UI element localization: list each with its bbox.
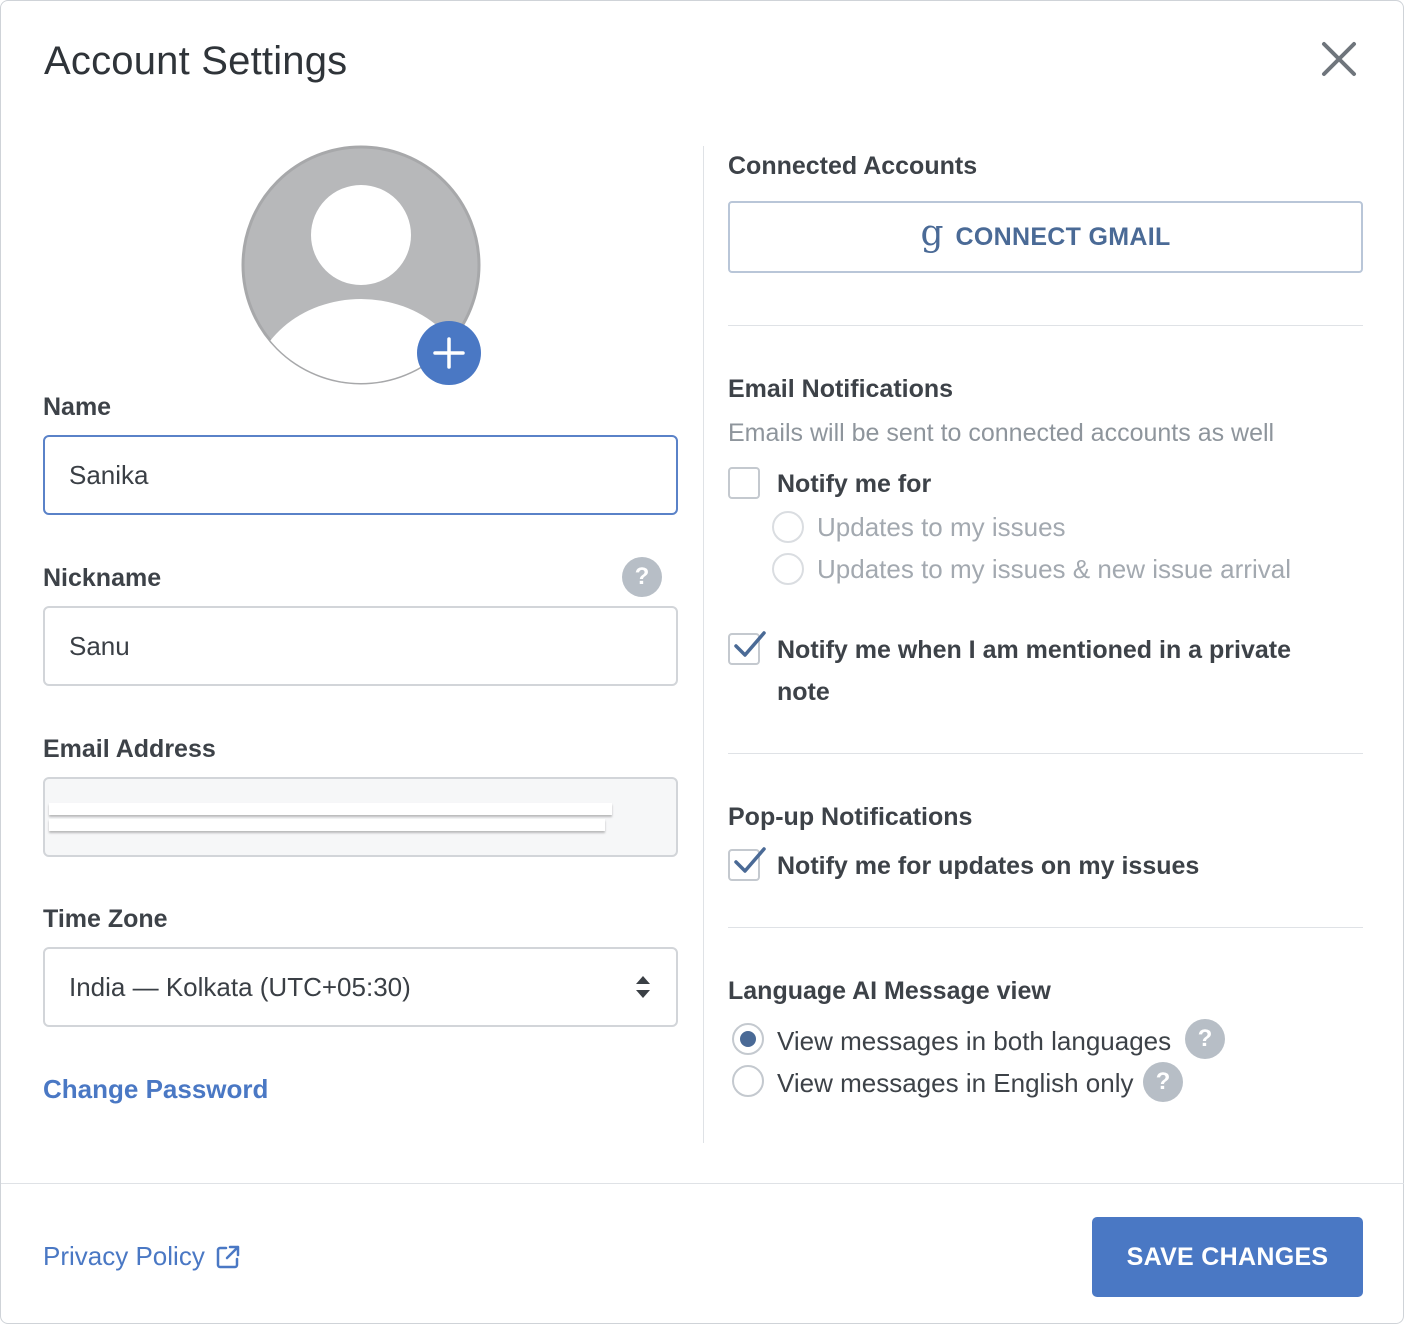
change-password-link[interactable]: Change Password bbox=[43, 1074, 268, 1105]
popup-notifications-title: Pop-up Notifications bbox=[728, 803, 973, 831]
nickname-label: Nickname bbox=[43, 564, 162, 592]
both-languages-radio[interactable] bbox=[732, 1023, 764, 1055]
close-icon bbox=[1322, 42, 1356, 76]
updates-new-issue-radio[interactable] bbox=[772, 553, 804, 585]
select-arrows-icon bbox=[636, 976, 650, 998]
footer-divider bbox=[1, 1183, 1404, 1184]
email-field bbox=[43, 777, 678, 857]
updates-radio-label: Updates to my issues bbox=[817, 512, 1066, 542]
privacy-policy-label: Privacy Policy bbox=[43, 1241, 205, 1271]
dialog-title: Account Settings bbox=[44, 39, 348, 83]
mention-label-line1: Notify me when I am mentioned in a priva… bbox=[777, 636, 1291, 664]
section-divider bbox=[728, 927, 1363, 928]
updates-new-issue-radio-label: Updates to my issues & new issue arrival bbox=[817, 554, 1291, 584]
timezone-value: India — Kolkata (UTC+05:30) bbox=[69, 971, 411, 1002]
close-button[interactable] bbox=[1317, 37, 1361, 81]
english-only-help-icon[interactable]: ? bbox=[1143, 1062, 1183, 1102]
connected-accounts-title: Connected Accounts bbox=[728, 152, 978, 180]
email-notifications-subtitle: Emails will be sent to connected account… bbox=[728, 419, 1275, 447]
column-divider bbox=[703, 146, 704, 1143]
email-redaction bbox=[49, 819, 605, 831]
connect-gmail-label: CONNECT GMAIL bbox=[955, 222, 1171, 251]
timezone-label: Time Zone bbox=[43, 905, 168, 933]
language-view-title: Language AI Message view bbox=[728, 977, 1051, 1005]
email-notifications-title: Email Notifications bbox=[728, 375, 954, 403]
popup-updates-checkbox[interactable] bbox=[728, 849, 760, 881]
updates-radio[interactable] bbox=[772, 511, 804, 543]
account-settings-dialog: Account Settings Name Nickname ? Email A… bbox=[0, 0, 1404, 1324]
english-only-radio[interactable] bbox=[732, 1065, 764, 1097]
mention-label-line2: note bbox=[777, 678, 830, 706]
both-languages-label: View messages in both languages bbox=[777, 1026, 1172, 1056]
english-only-label: View messages in English only bbox=[777, 1068, 1134, 1098]
add-photo-button[interactable] bbox=[417, 321, 481, 385]
section-divider bbox=[728, 325, 1363, 326]
popup-updates-label: Notify me for updates on my issues bbox=[777, 852, 1200, 880]
connect-gmail-button[interactable]: g CONNECT GMAIL bbox=[728, 201, 1363, 273]
email-redaction bbox=[49, 803, 612, 815]
notify-me-for-label: Notify me for bbox=[777, 470, 932, 498]
external-link-icon bbox=[216, 1245, 240, 1268]
save-changes-button[interactable]: SAVE CHANGES bbox=[1092, 1217, 1363, 1297]
notify-me-for-checkbox[interactable] bbox=[728, 467, 760, 499]
timezone-select[interactable]: India — Kolkata (UTC+05:30) bbox=[43, 947, 678, 1027]
section-divider bbox=[728, 753, 1363, 754]
nickname-help-icon[interactable]: ? bbox=[622, 557, 662, 597]
privacy-policy-link[interactable]: Privacy Policy bbox=[43, 1241, 241, 1272]
plus-icon bbox=[433, 337, 465, 369]
mention-checkbox[interactable] bbox=[728, 633, 760, 665]
name-label: Name bbox=[43, 393, 112, 421]
both-languages-help-icon[interactable]: ? bbox=[1185, 1019, 1225, 1059]
name-input[interactable] bbox=[43, 435, 678, 515]
email-label: Email Address bbox=[43, 735, 216, 763]
nickname-input[interactable] bbox=[43, 606, 678, 686]
google-icon: g bbox=[920, 213, 944, 254]
